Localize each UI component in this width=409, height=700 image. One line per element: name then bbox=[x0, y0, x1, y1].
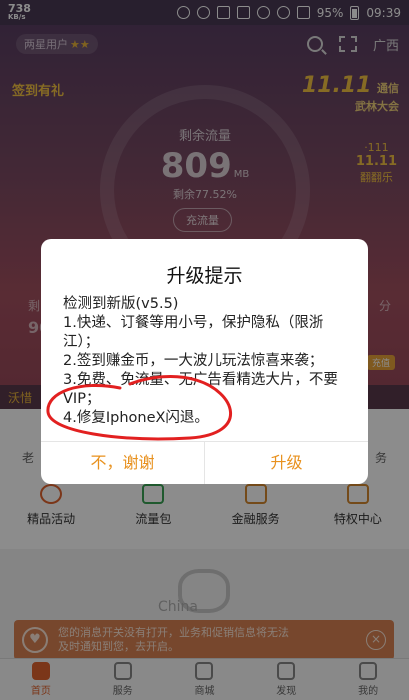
cancel-button[interactable]: 不，谢谢 bbox=[41, 442, 204, 484]
upgrade-dialog: 升级提示 检测到新版(v5.5) 1.快递、订餐等用小号，保护隐私（限浙江）； … bbox=[41, 239, 368, 484]
dialog-line: 2.签到赚金币，一大波儿玩法惊喜来袭； bbox=[63, 353, 324, 369]
dialog-line: 3.免费、免流量、无广告看精选大片，不要VIP； bbox=[63, 372, 338, 407]
dialog-line: 4.修复IphoneX闪退。 bbox=[63, 410, 209, 426]
dialog-message: 检测到新版(v5.5) 1.快递、订餐等用小号，保护隐私（限浙江）； 2.签到赚… bbox=[63, 295, 353, 428]
dialog-buttons: 不，谢谢 升级 bbox=[41, 442, 368, 484]
dialog-line: 1.快递、订餐等用小号，保护隐私（限浙江）； bbox=[63, 315, 324, 350]
dialog-line: 检测到新版(v5.5) bbox=[63, 296, 179, 312]
upgrade-button[interactable]: 升级 bbox=[205, 442, 368, 484]
dialog-title: 升级提示 bbox=[166, 265, 243, 287]
